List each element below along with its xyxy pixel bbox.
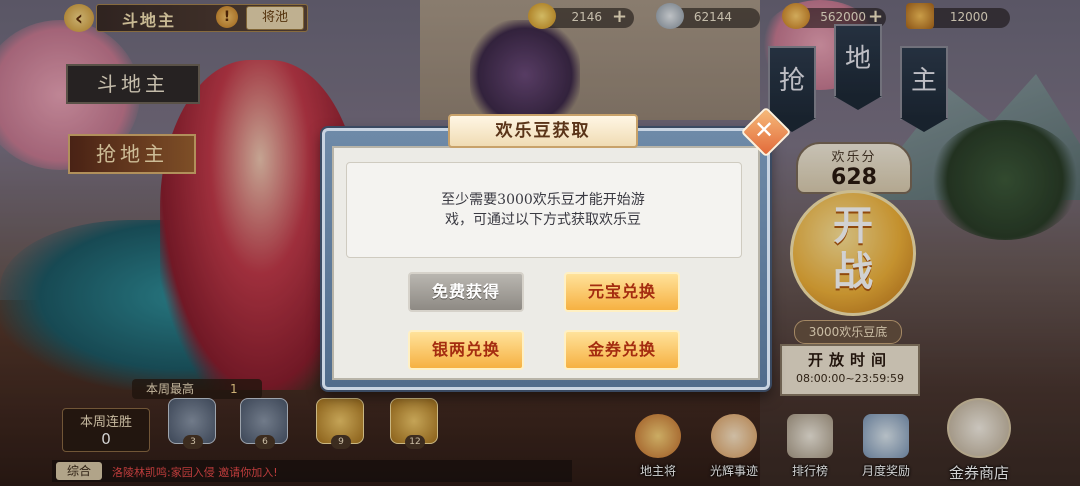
dialog-message: 至少需要3000欢乐豆才能开始游 戏，可通过以下方式获取欢乐豆 bbox=[360, 190, 726, 230]
ticket-exchange-button[interactable]: 金券兑换 bbox=[564, 330, 680, 370]
yuanbao-exchange-button[interactable]: 元宝兑换 bbox=[564, 272, 680, 312]
message-line: 至少需要3000欢乐豆才能开始游 bbox=[441, 192, 645, 208]
free-get-button[interactable]: 免费获得 bbox=[408, 272, 524, 312]
message-line: 戏，可通过以下方式获取欢乐豆 bbox=[445, 212, 641, 228]
silver-exchange-button[interactable]: 银两兑换 bbox=[408, 330, 524, 370]
dialog-title: 欢乐豆获取 bbox=[448, 114, 638, 148]
close-icon[interactable]: ✕ bbox=[748, 114, 780, 146]
